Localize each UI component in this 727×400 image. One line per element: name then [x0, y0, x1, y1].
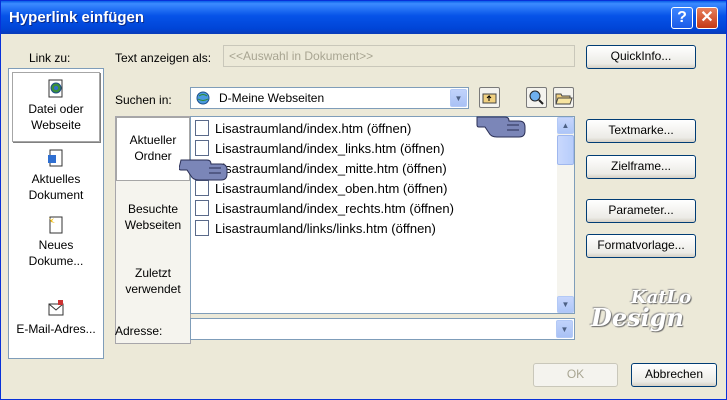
watermark-logo: KatLo Design	[591, 285, 691, 330]
subnav-recent-line2: verwendet	[125, 282, 181, 296]
subnav-visited-line2: Webseiten	[124, 218, 182, 232]
subnav-current-line2: Ordner	[134, 149, 172, 163]
file-name: Lisastraumland/index.htm (öffnen)	[215, 121, 412, 136]
pointing-hand-icon	[179, 159, 228, 181]
list-item[interactable]: Lisastraumland/links/links.htm (öffnen)	[195, 220, 436, 240]
search-in-label: Suchen in:	[115, 93, 172, 107]
subnav-current-line1: Aktueller	[129, 133, 177, 147]
window-title: Hyperlink einfügen	[9, 9, 145, 26]
nav-new-line2: Dokume...	[28, 254, 84, 268]
quickinfo-button[interactable]: QuickInfo...	[586, 45, 696, 69]
parameter-button[interactable]: Parameter...	[586, 199, 696, 223]
ok-button[interactable]: OK	[533, 363, 618, 387]
address-input[interactable]: ▼	[190, 318, 575, 340]
address-label: Adresse:	[115, 324, 163, 338]
email-icon	[48, 300, 64, 316]
nav-file-line1: Datei oder	[28, 102, 84, 116]
file-list[interactable]: Lisastraumland/index.htm (öffnen) Lisast…	[190, 116, 575, 314]
file-name: Lisastraumland/index_links.htm (öffnen)	[215, 141, 445, 156]
file-name: Lisastraumland/index_rechts.htm (öffnen)	[215, 201, 454, 216]
file-name: Lisastraumland/index_oben.htm (öffnen)	[215, 181, 448, 196]
link-to-nav: Datei oder Webseite Aktuelles Dokument N…	[8, 68, 104, 359]
nav-new-line1: Neues	[38, 238, 74, 252]
list-item[interactable]: Lisastraumland/index.htm (öffnen)	[195, 120, 411, 140]
new-document-icon	[49, 216, 63, 234]
bookmark-button[interactable]: Textmarke...	[586, 119, 696, 143]
nav-current-document[interactable]: Aktuelles Dokument	[12, 149, 100, 205]
style-button[interactable]: Formatvorlage...	[586, 234, 696, 258]
subnav-recent-line1: Zuletzt	[134, 266, 171, 280]
title-bar[interactable]: Hyperlink einfügen ? ✕	[1, 1, 726, 34]
cancel-button[interactable]: Abbrechen	[631, 363, 717, 387]
nav-email-address[interactable]: E-Mail-Adres...	[12, 299, 100, 349]
nav-file-line2: Webseite	[31, 118, 81, 132]
html-file-icon	[195, 120, 209, 136]
nav-file-or-webpage[interactable]: Datei oder Webseite	[12, 72, 100, 142]
html-file-icon	[195, 220, 209, 236]
chevron-down-icon[interactable]: ▼	[450, 89, 467, 107]
scroll-up-icon[interactable]: ▲	[557, 117, 574, 134]
html-file-icon	[195, 200, 209, 216]
open-folder-icon	[555, 93, 573, 105]
file-globe-icon	[48, 79, 63, 98]
display-text-placeholder: <<Auswahl in Dokument>>	[229, 49, 374, 63]
chevron-down-icon[interactable]: ▼	[556, 320, 573, 338]
subnav-recent[interactable]: Zuletzt verwendet	[116, 265, 190, 297]
link-to-label: Link zu:	[29, 51, 71, 65]
search-in-select[interactable]: D-Meine Webseiten ▼	[190, 87, 469, 109]
file-name: Lisastraumland/links/links.htm (öffnen)	[215, 221, 436, 236]
vertical-scrollbar[interactable]: ▲ ▼	[557, 117, 574, 313]
display-text-input[interactable]: <<Auswahl in Dokument>>	[223, 45, 575, 67]
list-item[interactable]: Lisastraumland/index_rechts.htm (öffnen)	[195, 200, 454, 220]
display-text-label: Text anzeigen als:	[115, 51, 212, 65]
pointing-hand-icon	[476, 116, 526, 138]
nav-current-line1: Aktuelles	[31, 172, 81, 186]
hyperlink-dialog: Hyperlink einfügen ? ✕ Link zu: Datei od…	[0, 0, 727, 400]
subnav-visited-line1: Besuchte	[127, 202, 179, 216]
scroll-thumb[interactable]	[557, 135, 574, 165]
subnav-visited-pages[interactable]: Besuchte Webseiten	[116, 201, 190, 233]
nav-current-line2: Dokument	[28, 188, 84, 202]
close-button[interactable]: ✕	[696, 7, 718, 29]
nav-new-document[interactable]: Neues Dokume...	[12, 215, 100, 271]
scroll-down-icon[interactable]: ▼	[557, 296, 574, 313]
search-in-value: D-Meine Webseiten	[219, 91, 325, 105]
html-file-icon	[195, 180, 209, 196]
help-button[interactable]: ?	[671, 7, 693, 29]
nav-email-line1: E-Mail-Adres...	[16, 322, 96, 336]
file-name: Lisastraumland/index_mitte.htm (öffnen)	[215, 161, 447, 176]
watermark-line2: Design	[591, 303, 684, 332]
folder-globe-icon	[196, 91, 210, 105]
document-icon	[48, 149, 63, 167]
list-item[interactable]: Lisastraumland/index_oben.htm (öffnen)	[195, 180, 447, 200]
target-frame-button[interactable]: Zielframe...	[586, 155, 696, 179]
browse-file-button[interactable]	[553, 87, 574, 108]
